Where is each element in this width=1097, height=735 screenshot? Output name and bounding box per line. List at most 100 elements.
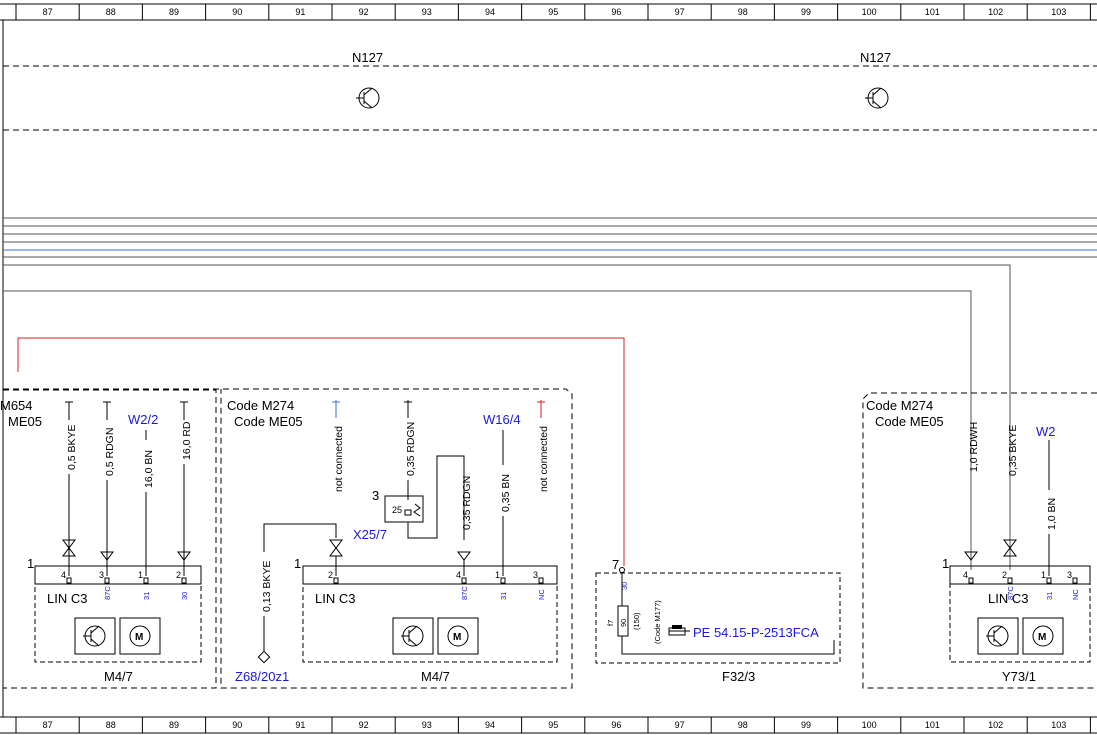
ruler-number: 93 <box>422 720 432 730</box>
pointing-hand-icon <box>668 625 690 636</box>
pin-function: 87C <box>103 586 112 600</box>
not-connected-label: not connected <box>333 426 345 492</box>
pin-number: 1 <box>138 570 143 580</box>
wire-label: 0,35 RDGN <box>405 422 417 476</box>
lin-label: LIN C3 <box>47 591 87 606</box>
wire-label: 0,35 RDGN <box>461 476 473 530</box>
fuse-extra: (150) <box>632 612 641 630</box>
pin-function: 30 <box>180 592 189 600</box>
code-label: M654 <box>0 398 33 413</box>
pin-number: 3 <box>99 570 104 580</box>
wire-label: 0,5 RDGN <box>104 428 116 476</box>
ruler-number: 94 <box>485 7 495 17</box>
side-pin-label: 1 <box>942 556 949 571</box>
wire-label: 0,5 BKYE <box>66 424 78 470</box>
pin-number: 3 <box>1067 570 1072 580</box>
svg-text:M: M <box>453 632 461 643</box>
pin-number: 3 <box>533 570 538 580</box>
wire-label: 16,0 BN <box>143 450 155 488</box>
transistor-icon <box>865 87 889 109</box>
code-label: Code M274 <box>227 398 294 413</box>
pin-function: NC <box>537 589 546 600</box>
transistor-icon <box>356 87 380 109</box>
pin-function: 30 <box>620 582 629 590</box>
code-label: ME05 <box>8 414 42 429</box>
wire-ref-w2-2: W2/2 <box>128 412 158 427</box>
n127-label-2: N127 <box>860 50 891 65</box>
ruler-number: 98 <box>738 7 748 17</box>
ruler-number: 101 <box>925 720 940 730</box>
top-ruler: 87 88 89 90 91 92 93 94 95 96 97 98 99 100 101 102 103 <box>0 3 1097 21</box>
n127-label-1: N127 <box>352 50 383 65</box>
ruler-number: 93 <box>422 7 432 17</box>
left-component-block: M654 ME05 0,5 BKYE 0,5 RDGN 16,0 BN 16,0 RD… <box>0 389 217 689</box>
ruler-number: 103 <box>1051 720 1066 730</box>
component-name: F32/3 <box>722 669 755 684</box>
code-label: Code ME05 <box>875 414 944 429</box>
ruler-number: 92 <box>359 7 369 17</box>
lin-label: LIN C3 <box>315 591 355 606</box>
pin-number: 2 <box>1002 570 1007 580</box>
component-name: Y73/1 <box>1002 669 1036 684</box>
pin-number: 2 <box>328 570 333 580</box>
pin-number: 4 <box>456 570 461 580</box>
ruler-number: 101 <box>925 7 940 17</box>
fuse-rating: 90 <box>619 619 628 627</box>
wire-label: 0,13 BKYE <box>261 561 273 612</box>
ruler-number: 88 <box>106 7 116 17</box>
connector-number: 25 <box>392 505 402 515</box>
wire-ref-w16-4: W16/4 <box>483 412 521 427</box>
ruler-number: 95 <box>548 720 558 730</box>
ruler-number: 89 <box>169 7 179 17</box>
ruler-number: 100 <box>862 7 877 17</box>
wire-label: 1,0 BN <box>1046 498 1058 530</box>
pin-number: 2 <box>176 570 181 580</box>
bus-lines <box>3 217 1097 570</box>
ruler-number: 87 <box>43 7 53 17</box>
wire-label: 16,0 RD <box>181 421 193 460</box>
wire-label: 0,35 BKYE <box>1007 425 1019 476</box>
wire-label: 1,0 RDWH <box>968 422 980 472</box>
ruler-number: 90 <box>232 7 242 17</box>
pin-function: 31 <box>142 592 151 600</box>
pin-number: 1 <box>1041 570 1046 580</box>
pe-reference-link[interactable]: PE 54.15-P-2513FCA <box>693 625 819 640</box>
ruler-number: 89 <box>169 720 179 730</box>
motor-icon: M <box>1022 617 1064 655</box>
lin-label: LIN C3 <box>988 591 1028 606</box>
pin-function: NC <box>1071 589 1080 600</box>
fuse-code: (Code M177) <box>653 600 662 644</box>
ruler-number: 96 <box>611 7 621 17</box>
motor-icon: M <box>437 617 479 655</box>
ruler-number: 97 <box>675 720 685 730</box>
ground-point-z68: Z68/20z1 <box>235 669 289 684</box>
ruler-number: 100 <box>862 720 877 730</box>
wire-ref-w2: W2 <box>1036 424 1056 439</box>
code-label: Code ME05 <box>234 414 303 429</box>
ruler-number: 87 <box>43 720 53 730</box>
ruler-number: 91 <box>295 7 305 17</box>
ruler-number: 99 <box>801 7 811 17</box>
transistor-icon <box>977 617 1019 655</box>
ruler-number: 90 <box>232 720 242 730</box>
wire-label: 0,35 BN <box>500 474 512 512</box>
svg-text:M: M <box>135 632 143 643</box>
ruler-number: 97 <box>675 7 685 17</box>
pin-function: 31 <box>1045 592 1054 600</box>
pin-function: 31 <box>499 592 508 600</box>
connector-ref-x25-7: X25/7 <box>353 527 387 542</box>
pin-number: 4 <box>963 570 968 580</box>
ruler-number: 91 <box>295 720 305 730</box>
motor-icon: M <box>119 617 161 655</box>
n127-unit: N127 N127 <box>3 50 1097 131</box>
fuse-number: f7 <box>606 620 615 626</box>
side-pin-label: 1 <box>294 556 301 571</box>
fuse-pin: 7 <box>612 557 619 572</box>
ruler-number: 102 <box>988 7 1003 17</box>
svg-text:M: M <box>1038 632 1046 643</box>
ruler-number: 102 <box>988 720 1003 730</box>
ruler-number: 92 <box>359 720 369 730</box>
transistor-icon <box>74 617 116 655</box>
ruler-number: 103 <box>1051 7 1066 17</box>
code-label: Code M274 <box>866 398 933 413</box>
